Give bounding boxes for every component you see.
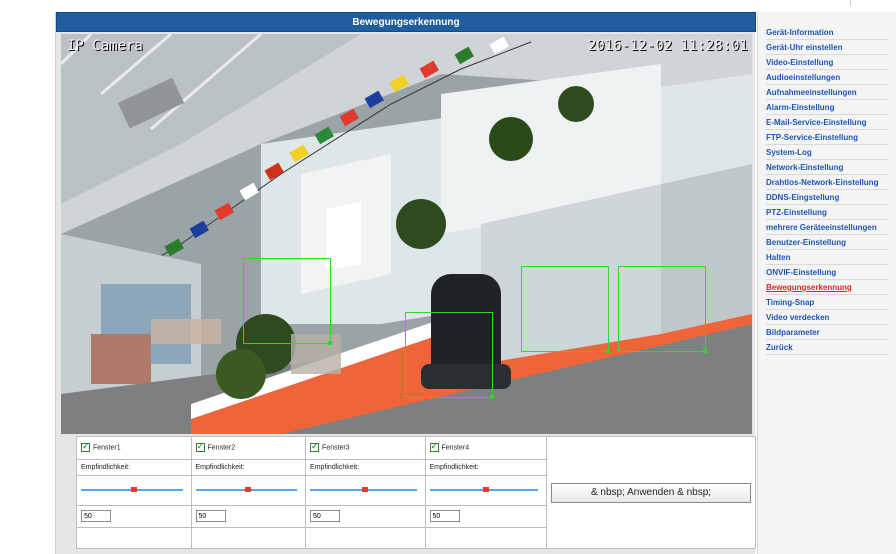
window-1-header: Fenster1 bbox=[76, 436, 192, 460]
camera-label: IP Camera bbox=[67, 38, 143, 54]
camera-timestamp: 2016-12-02 11:28:01 bbox=[587, 38, 748, 54]
window-1-slider-cell bbox=[76, 474, 192, 506]
window-1-sensitivity-slider[interactable] bbox=[81, 486, 187, 494]
window-3-slider-cell bbox=[305, 474, 426, 506]
window-3-value-cell bbox=[305, 504, 426, 529]
menu-item[interactable]: Alarm-Einstellung bbox=[766, 100, 888, 115]
menu-item[interactable]: Bewegungserkennung bbox=[766, 280, 888, 295]
window-2-sensitivity-input[interactable] bbox=[195, 510, 226, 523]
page-title: Bewegungserkennung bbox=[56, 12, 756, 32]
slider-thumb[interactable] bbox=[245, 487, 252, 493]
menu-item[interactable]: DDNS-Eingstellung bbox=[766, 190, 888, 205]
menu-item[interactable]: Bildparameter bbox=[766, 325, 888, 340]
window-4-slider-cell bbox=[424, 474, 547, 506]
window-2-value-cell bbox=[190, 504, 307, 529]
window-3-label: Fenster3 bbox=[322, 444, 350, 452]
window-3-checkbox[interactable] bbox=[310, 441, 320, 453]
window-2-sensitivity-label: Empfindlichkeit: bbox=[190, 458, 307, 476]
page: Bewegungserkennung IP Camera 2016-12-02 … bbox=[0, 0, 896, 554]
detection-zone-2[interactable] bbox=[405, 312, 494, 399]
window-2-label: Fenster2 bbox=[207, 444, 236, 452]
camera-video-feed[interactable]: IP Camera 2016-12-02 11:28:01 bbox=[61, 34, 752, 434]
menu-item[interactable]: Gerät-Uhr einstellen bbox=[766, 40, 888, 55]
menu-item[interactable]: System-Log bbox=[766, 145, 888, 160]
detection-settings-table: Fenster1 Fenster2 Fenster3 Fenster4 & nb… bbox=[76, 436, 756, 549]
apply-button[interactable]: & nbsp; Anwenden & nbsp; bbox=[551, 482, 751, 503]
empty-cell bbox=[305, 527, 426, 549]
window-1-checkbox[interactable] bbox=[81, 441, 90, 453]
menu-item[interactable]: Gerät-Information bbox=[766, 25, 888, 40]
menu-item[interactable]: PTZ-Einstellung bbox=[766, 205, 888, 220]
menu-item[interactable]: ONVIF-Einstellung bbox=[766, 265, 888, 280]
window-4-value-cell bbox=[424, 504, 547, 529]
slider-thumb[interactable] bbox=[362, 487, 369, 493]
window-1-sensitivity-label: Empfindlichkeit: bbox=[76, 458, 192, 476]
menu-item[interactable]: Video verdecken bbox=[766, 310, 888, 325]
window-1-value-cell bbox=[76, 504, 192, 529]
menu-item[interactable]: Timing-Snap bbox=[766, 295, 888, 310]
window-4-checkbox[interactable] bbox=[429, 441, 439, 453]
detection-zone-1[interactable] bbox=[243, 258, 332, 345]
window-4-header: Fenster4 bbox=[424, 436, 547, 460]
window-2-header: Fenster2 bbox=[190, 436, 307, 460]
settings-menu: Gerät-Information Gerät-Uhr einstellen Vid… bbox=[758, 12, 896, 355]
menu-item[interactable]: Aufnahmeeinstellungen bbox=[766, 85, 888, 100]
window-1-label: Fenster1 bbox=[93, 444, 121, 452]
window-3-sensitivity-input[interactable] bbox=[310, 510, 341, 523]
menu-item[interactable]: Zurück bbox=[766, 340, 888, 355]
window-4-sensitivity-slider[interactable] bbox=[429, 486, 543, 494]
menu-item[interactable]: Benutzer-Einstellung bbox=[766, 235, 888, 250]
menu-item[interactable]: mehrere Geräteeinstellungen bbox=[766, 220, 888, 235]
menu-item[interactable]: Network-Einstellung bbox=[766, 160, 888, 175]
corner-mark bbox=[850, 0, 851, 6]
menu-item[interactable]: Halten bbox=[766, 250, 888, 265]
window-3-sensitivity-label: Empfindlichkeit: bbox=[305, 458, 426, 476]
window-3-header: Fenster3 bbox=[305, 436, 426, 460]
menu-item[interactable]: Video-Einstellung bbox=[766, 55, 888, 70]
menu-item[interactable]: E-Mail-Service-Einstellung bbox=[766, 115, 888, 130]
left-gutter bbox=[0, 0, 55, 554]
apply-cell: & nbsp; Anwenden & nbsp; bbox=[546, 436, 756, 549]
window-1-sensitivity-input[interactable] bbox=[81, 510, 111, 523]
detection-zone-4[interactable] bbox=[618, 266, 707, 353]
slider-thumb[interactable] bbox=[130, 487, 137, 493]
slider-thumb[interactable] bbox=[482, 487, 489, 493]
window-2-checkbox[interactable] bbox=[195, 441, 205, 453]
window-3-sensitivity-slider[interactable] bbox=[310, 486, 420, 494]
window-2-sensitivity-slider[interactable] bbox=[195, 486, 302, 494]
window-2-slider-cell bbox=[190, 474, 307, 506]
settings-sidebar: Gerät-Information Gerät-Uhr einstellen Vid… bbox=[757, 12, 896, 554]
empty-cell bbox=[76, 527, 192, 549]
menu-item[interactable]: Drahtlos-Network-Einstellung bbox=[766, 175, 888, 190]
window-4-sensitivity-input[interactable] bbox=[429, 510, 460, 523]
main-panel: Bewegungserkennung IP Camera 2016-12-02 … bbox=[55, 12, 756, 554]
menu-item[interactable]: Audioeinstellungen bbox=[766, 70, 888, 85]
window-4-label: Fenster4 bbox=[441, 444, 470, 452]
detection-zone-3[interactable] bbox=[521, 266, 610, 353]
empty-cell bbox=[424, 527, 547, 549]
empty-cell bbox=[190, 527, 307, 549]
menu-item[interactable]: FTP-Service-Einstellung bbox=[766, 130, 888, 145]
window-4-sensitivity-label: Empfindlichkeit: bbox=[424, 458, 547, 476]
